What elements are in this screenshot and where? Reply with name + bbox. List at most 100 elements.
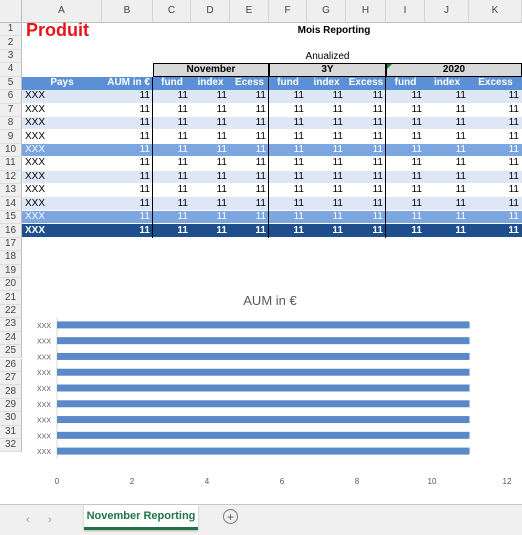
table-row-1-val-6: 11 — [346, 103, 386, 117]
table-row-0-val-6-text: 11 — [372, 90, 383, 102]
header-6: index — [307, 76, 346, 91]
chart-category-label: XXX — [37, 402, 51, 409]
table-row-6-val-8-text: 11 — [455, 170, 466, 182]
chart-bar — [57, 416, 470, 424]
table-row-0-val-7: 11 — [386, 90, 425, 104]
table-row-5-val-2: 11 — [191, 157, 230, 171]
chart-x-tick-label: 10 — [428, 477, 437, 486]
row-header-3[interactable]: 3 — [0, 49, 22, 64]
header-3-text: index — [197, 77, 224, 89]
column-header-a[interactable]: A — [22, 0, 102, 23]
row-header-23[interactable]: 23 — [0, 318, 22, 332]
row-header-32[interactable]: 32 — [0, 439, 22, 453]
row-header-4[interactable]: 4 — [0, 63, 22, 77]
row-header-16[interactable]: 16 — [0, 224, 22, 238]
row-header-31[interactable]: 31 — [0, 425, 22, 439]
chevron-left-icon[interactable]: ‹ — [26, 514, 30, 526]
add-sheet-button[interactable]: + — [223, 509, 238, 524]
row-header-29[interactable]: 29 — [0, 398, 22, 413]
row-header-1[interactable]: 1 — [0, 23, 22, 37]
table-row-5-val-7: 11 — [386, 157, 425, 171]
table-row-6-val-5: 11 — [307, 170, 346, 185]
table-row-10-val-4: 11 — [269, 224, 307, 238]
column-header-i[interactable]: I — [386, 0, 425, 23]
row-header-8[interactable]: 8 — [0, 116, 22, 131]
row-header-12[interactable]: 12 — [0, 170, 22, 185]
table-row-6-val-7-text: 11 — [411, 170, 422, 182]
row-header-24[interactable]: 24 — [0, 331, 22, 346]
table-row-1-val-9: 11 — [469, 103, 522, 117]
row-header-22[interactable]: 22 — [0, 304, 22, 319]
row-header-2-text: 2 — [7, 36, 14, 48]
row-header-21[interactable]: 21 — [0, 291, 22, 305]
row-header-13-text: 13 — [4, 184, 17, 196]
table-row-0-val-1-text: 11 — [177, 90, 188, 102]
column-header-b[interactable]: B — [102, 0, 153, 23]
row-header-17[interactable]: 17 — [0, 237, 22, 252]
column-header-j[interactable]: J — [425, 0, 469, 23]
row-header-25[interactable]: 25 — [0, 345, 22, 359]
table-row-3-val-9: 11 — [469, 130, 522, 144]
chart-x-tick-label: 2 — [130, 477, 135, 486]
row-header-2[interactable]: 2 — [0, 36, 22, 50]
table-row-9-val-8-text: 11 — [455, 211, 466, 223]
table-row-3-val-5-text: 11 — [332, 130, 343, 142]
table-row-10-val-2: 11 — [191, 224, 230, 238]
row-header-19[interactable]: 19 — [0, 264, 22, 278]
chevron-right-icon[interactable]: › — [48, 514, 52, 526]
table-row-2-val-7-text: 11 — [411, 117, 422, 129]
column-header-c[interactable]: C — [153, 0, 191, 23]
row-header-11[interactable]: 11 — [0, 157, 22, 171]
table-row-0-val-3-text: 11 — [255, 90, 266, 102]
row-header-5[interactable]: 5 — [0, 76, 22, 91]
row-header-30[interactable]: 30 — [0, 412, 22, 426]
table-row-9-val-6: 11 — [346, 210, 386, 225]
chart-bar — [57, 337, 470, 345]
column-header-h[interactable]: H — [346, 0, 386, 23]
row-header-28[interactable]: 28 — [0, 385, 22, 399]
row-header-22-text: 22 — [4, 305, 17, 317]
column-header-f[interactable]: F — [269, 0, 307, 23]
table-row-2-val-9-text: 11 — [508, 117, 519, 129]
row-header-13[interactable]: 13 — [0, 184, 22, 198]
row-header-27-text: 27 — [4, 372, 17, 384]
table-row-9-val-5: 11 — [307, 210, 346, 225]
row-header-6-text: 6 — [7, 90, 14, 102]
row-header-6[interactable]: 6 — [0, 90, 22, 104]
row-header-27[interactable]: 27 — [0, 371, 22, 386]
column-header-d[interactable]: D — [191, 0, 230, 23]
tab-november-reporting[interactable]: November Reporting — [84, 505, 198, 530]
select-all-corner[interactable] — [0, 0, 22, 23]
row-header-14[interactable]: 14 — [0, 197, 22, 211]
table-row-7-val-8-text: 11 — [455, 184, 466, 196]
row-header-14-text: 14 — [4, 197, 17, 209]
table-row-0-val-2: 11 — [191, 90, 230, 104]
table-row-6-val-7: 11 — [386, 170, 425, 185]
column-header-g[interactable]: G — [307, 0, 346, 23]
row-header-7[interactable]: 7 — [0, 103, 22, 117]
row-header-10[interactable]: 10 — [0, 143, 22, 158]
row-header-20[interactable]: 20 — [0, 277, 22, 292]
row-header-31-text: 31 — [4, 425, 17, 437]
table-row-2-val-5-text: 11 — [332, 117, 343, 129]
table-row-2-val-6: 11 — [346, 116, 386, 131]
row-header-15[interactable]: 15 — [0, 210, 22, 225]
table-row-4-val-6: 11 — [346, 143, 386, 158]
table-row-8-val-6: 11 — [346, 197, 386, 211]
table-row-3-val-7-text: 11 — [411, 130, 422, 142]
table-row-8-val-0-text: 11 — [139, 197, 150, 209]
table-row-1-val-2: 11 — [191, 103, 230, 117]
table-row-4-val-0: 11 — [102, 143, 153, 158]
table-row-6-val-1: 11 — [153, 170, 191, 185]
column-header-e[interactable]: E — [230, 0, 269, 23]
aum-chart[interactable]: AUM in € XXX XXX XXX XXX XXX XXX XXX XXX XXX 0 2 4 6 8… — [22, 281, 519, 497]
row-header-9[interactable]: 9 — [0, 130, 22, 144]
row-header-4-text: 4 — [7, 63, 14, 75]
header-6-text: index — [313, 77, 340, 89]
row-header-18[interactable]: 18 — [0, 251, 22, 265]
row-header-26[interactable]: 26 — [0, 358, 22, 372]
table-row-4-val-3-text: 11 — [255, 143, 266, 155]
column-header-k[interactable]: K — [469, 0, 522, 23]
header-5-text: fund — [277, 77, 299, 89]
table-row-0-val-2-text: 11 — [216, 90, 227, 102]
